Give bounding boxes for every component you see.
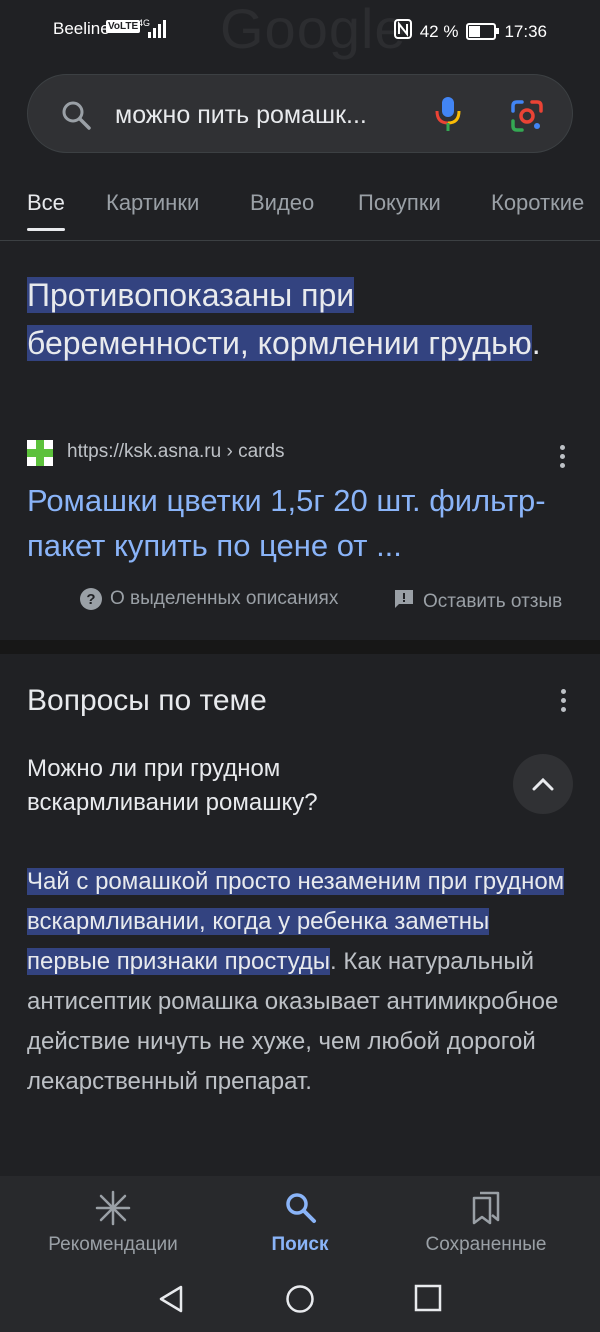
google-watermark: Google: [220, 0, 407, 60]
tab-video[interactable]: Видео: [250, 190, 314, 216]
chevron-up-icon: [532, 777, 554, 791]
collapse-button[interactable]: [513, 754, 573, 814]
feedback-icon: [393, 588, 415, 616]
search-bar[interactable]: можно пить ромашк...: [27, 74, 573, 153]
source-url: https://ksk.asna.ru: [67, 441, 222, 462]
filter-tabs: Все Картинки Видео Покупки Короткие: [0, 178, 600, 241]
tab-shorts[interactable]: Короткие: [491, 190, 584, 216]
pharmacy-cross-icon: [27, 440, 53, 466]
nav-saved-label: Сохраненные: [425, 1234, 547, 1255]
source-url-line: https://ksk.asna.ru › cards: [67, 441, 285, 463]
asterisk-icon: [13, 1190, 213, 1226]
snippet-highlight: Противопоказаны при беременности, кормле…: [27, 277, 532, 361]
about-snippets-link[interactable]: ? О выделенных описаниях: [80, 588, 338, 610]
status-bar: Google Beeline VoLTE 4G 42 % 17:36: [0, 0, 600, 60]
more-options-icon[interactable]: [560, 445, 566, 472]
section-divider: [0, 640, 600, 654]
related-question[interactable]: Можно ли при грудном вскармливании ромаш…: [27, 752, 447, 820]
battery-icon: [466, 23, 500, 40]
feedback-link[interactable]: Оставить отзыв: [393, 588, 562, 616]
google-lens-icon[interactable]: [510, 99, 544, 138]
search-input[interactable]: можно пить ромашк...: [115, 101, 415, 130]
system-navigation-bar: [0, 1266, 600, 1332]
result-source[interactable]: https://ksk.asna.ru › cards: [27, 437, 573, 469]
snippet-suffix: .: [531, 325, 541, 361]
related-questions-title: Вопросы по теме: [27, 684, 267, 717]
nav-search[interactable]: Поиск: [200, 1176, 400, 1266]
feedback-label: Оставить отзыв: [423, 591, 563, 612]
tab-images[interactable]: Картинки: [106, 190, 199, 216]
help-icon: ?: [80, 588, 102, 610]
battery-percent: 42 %: [419, 21, 459, 41]
about-snippets-label: О выделенных описаниях: [110, 588, 339, 609]
clock: 17:36: [504, 21, 547, 41]
nfc-icon: [393, 19, 412, 44]
nav-search-label: Поиск: [271, 1234, 329, 1255]
tab-all[interactable]: Все: [27, 190, 65, 231]
nav-recommendations[interactable]: Рекомендации: [13, 1176, 213, 1266]
search-icon: [60, 99, 92, 136]
result-title-link[interactable]: Ромашки цветки 1,5г 20 шт. фильтр-пакет …: [27, 478, 573, 568]
bookmarks-icon: [386, 1190, 586, 1226]
signal-icon: 4G: [138, 18, 168, 45]
search-icon: [200, 1190, 400, 1224]
recents-icon[interactable]: [414, 1284, 442, 1317]
nav-recommendations-label: Рекомендации: [48, 1234, 178, 1255]
bottom-navigation: Рекомендации Поиск Сохраненные: [0, 1176, 600, 1266]
nav-saved[interactable]: Сохраненные: [386, 1176, 586, 1266]
featured-snippet-text: Противопоказаны при беременности, кормле…: [27, 271, 567, 367]
back-icon[interactable]: [157, 1284, 185, 1319]
source-path: › cards: [226, 441, 285, 462]
related-more-options-icon[interactable]: [561, 689, 567, 716]
network-type: 4G: [138, 18, 150, 28]
home-icon[interactable]: [285, 1284, 315, 1319]
tab-shopping[interactable]: Покупки: [358, 190, 441, 216]
volte-badge: VoLTE: [106, 20, 141, 33]
carrier-name: Beeline: [53, 19, 110, 38]
microphone-icon[interactable]: [433, 95, 463, 138]
related-answer: Чай с ромашкой просто незаменим при груд…: [27, 862, 577, 1102]
